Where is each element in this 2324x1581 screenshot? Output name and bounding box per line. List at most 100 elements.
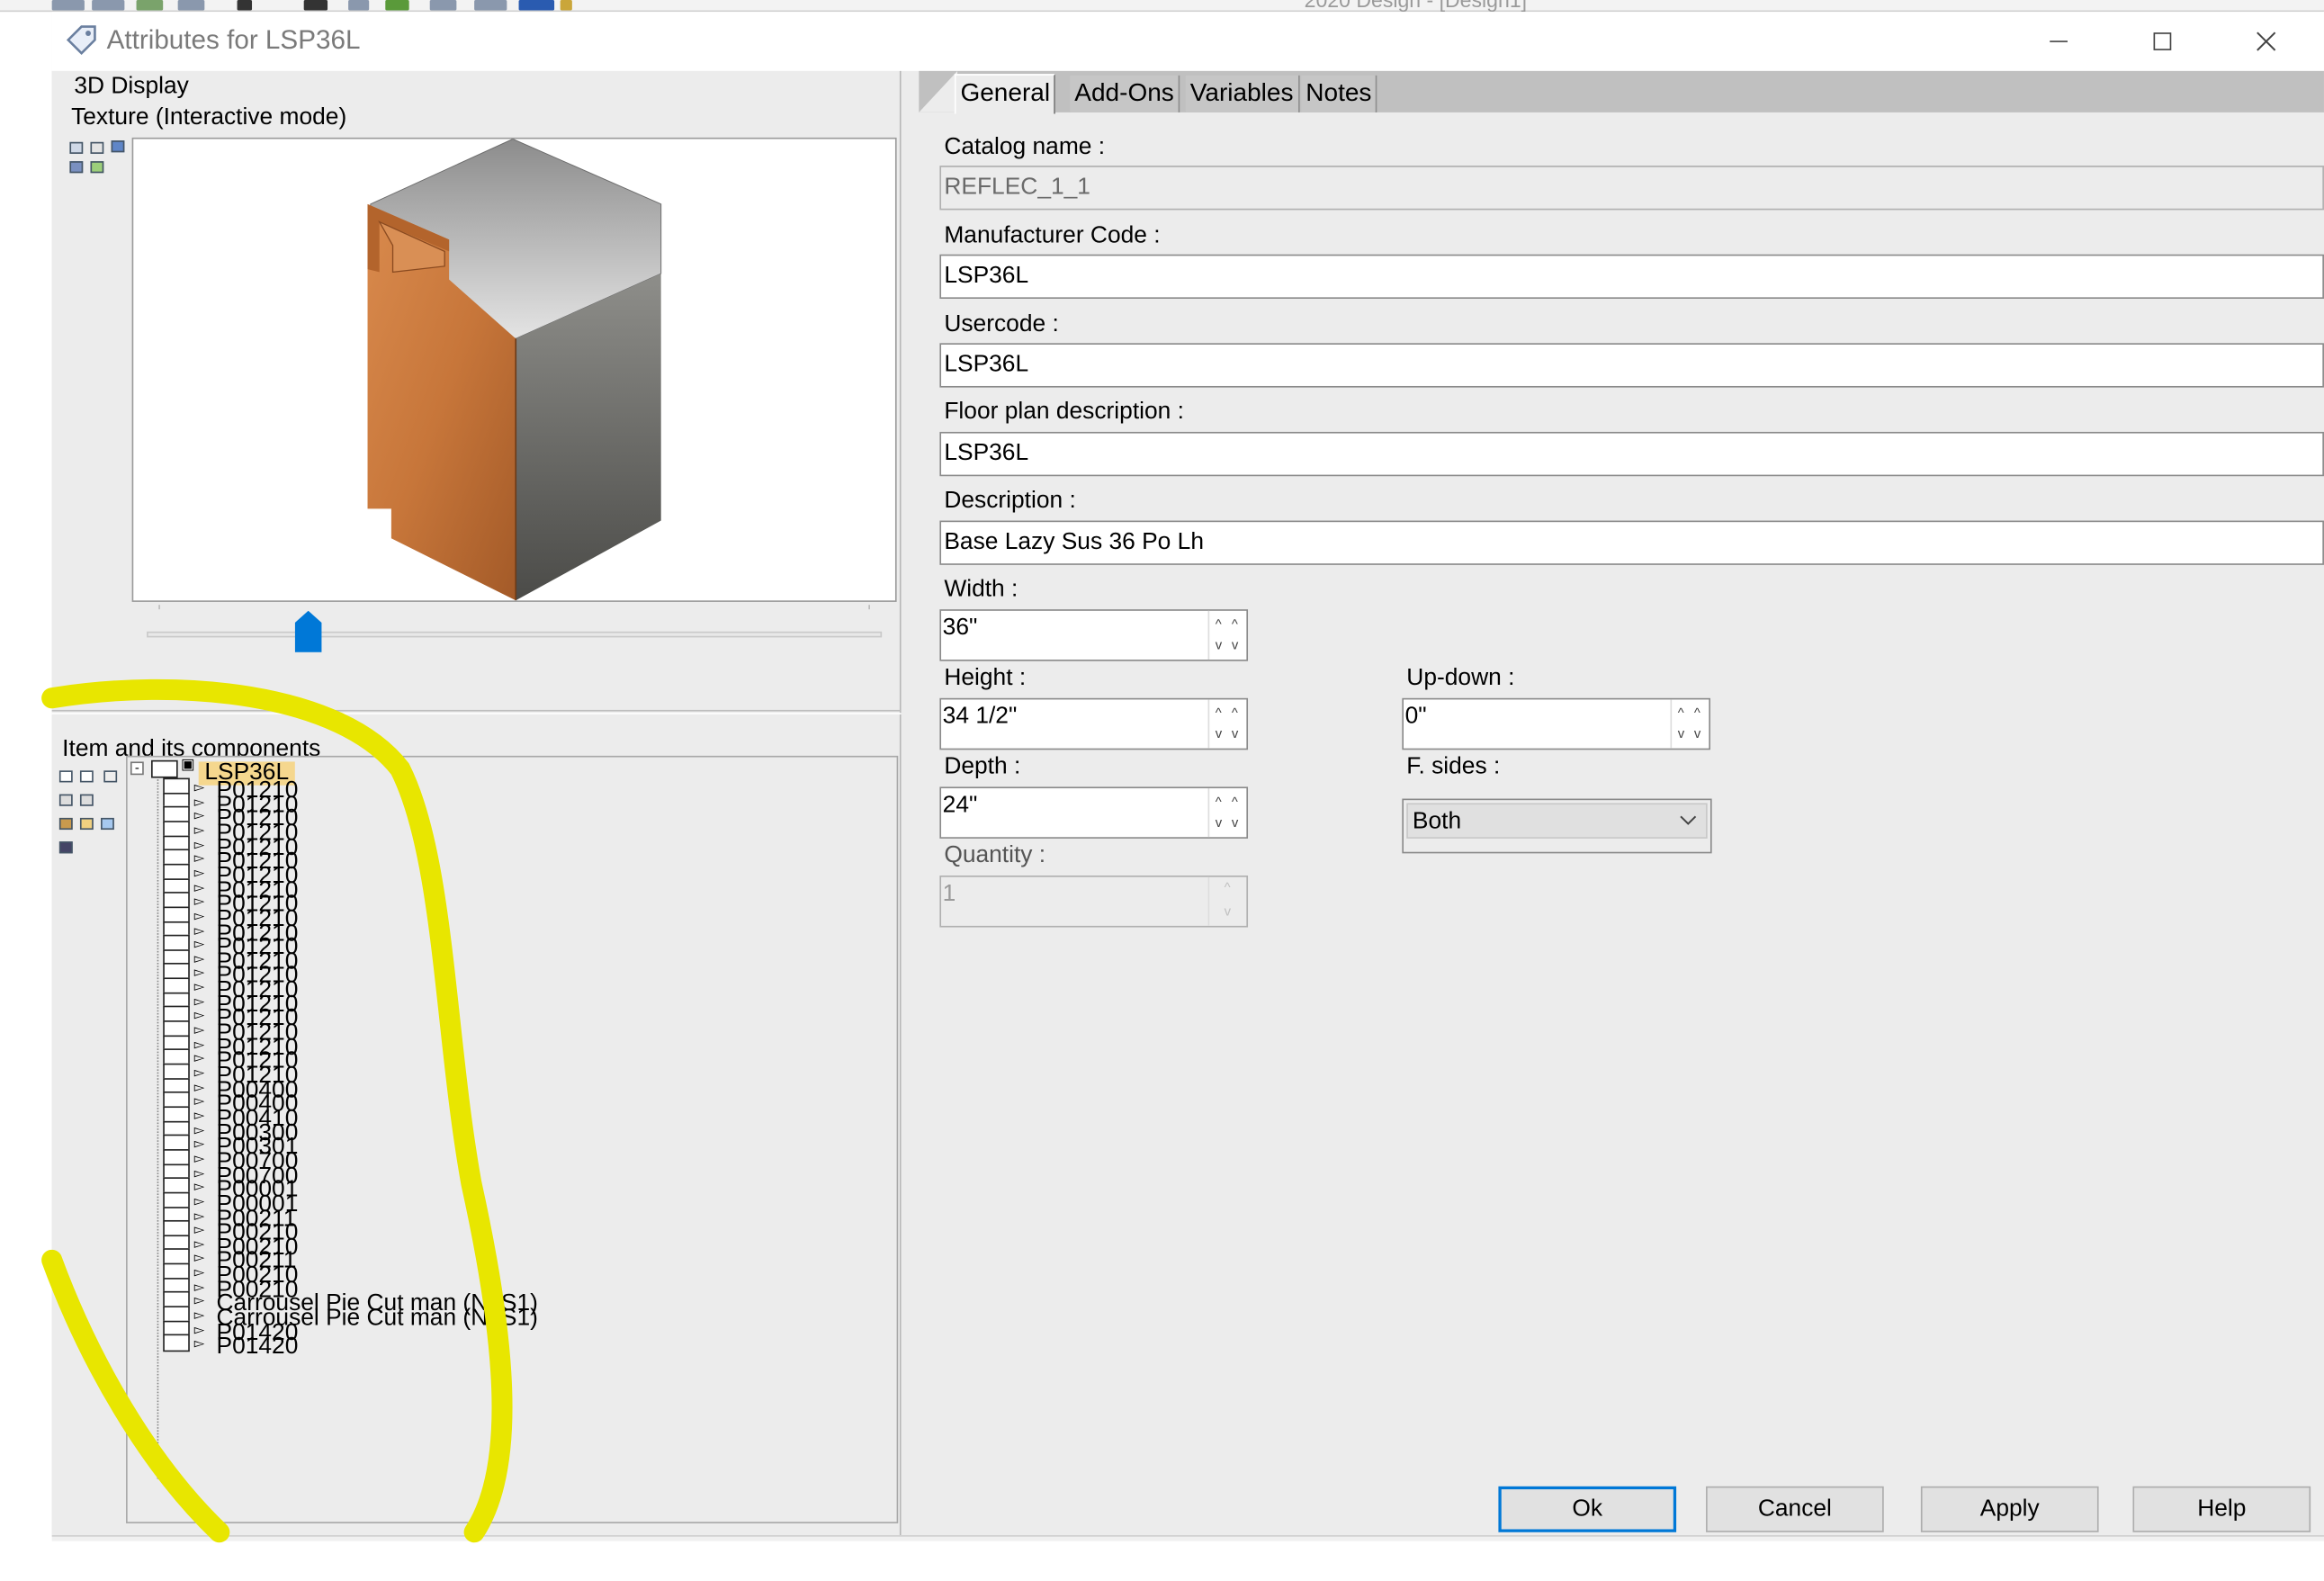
- tree-item[interactable]: ▻ P01210: [163, 792, 889, 816]
- tree-item[interactable]: ▻ P00001: [163, 1177, 889, 1202]
- minimize-button[interactable]: [2006, 12, 2110, 71]
- view-toolbar: [67, 139, 126, 183]
- tree-item[interactable]: ▻ P01210: [163, 906, 889, 930]
- tree-item[interactable]: ▻ P01210: [163, 1006, 889, 1030]
- tree-item[interactable]: ▻ P00301: [163, 1135, 889, 1159]
- close-button[interactable]: [2214, 12, 2318, 71]
- part-icon: ▻: [193, 950, 205, 966]
- tree-item[interactable]: ▻ Carrousel Pie Cut man (NLS1): [163, 1306, 889, 1330]
- tree-item[interactable]: ▻ P01210: [163, 977, 889, 1002]
- part-icon: ▻: [193, 1107, 205, 1123]
- f-sides-select[interactable]: Both: [1402, 798, 1712, 854]
- help-button[interactable]: Help: [2132, 1486, 2311, 1532]
- tree-item[interactable]: ▻ P00700: [163, 1148, 889, 1173]
- save-icon[interactable]: [69, 141, 84, 154]
- part-icon: ▻: [193, 1050, 205, 1065]
- part-icon: ▻: [193, 1164, 205, 1180]
- move-down-icon[interactable]: [79, 794, 94, 806]
- usercode-field[interactable]: LSP36L: [939, 343, 2324, 388]
- tree-item[interactable]: ▻ P00210: [163, 1220, 889, 1244]
- part-icon: ▻: [193, 1235, 205, 1252]
- edit-icon[interactable]: [79, 817, 94, 831]
- tree-item[interactable]: ▻ P01210: [163, 948, 889, 974]
- tab-notes[interactable]: Notes: [1301, 75, 1378, 112]
- part-icon: ▻: [193, 1193, 205, 1208]
- tree-root-row[interactable]: - ▣ LSP36L: [130, 758, 889, 786]
- ok-button[interactable]: Ok: [1498, 1486, 1677, 1532]
- tree-item[interactable]: ▻ P00001: [163, 1191, 889, 1217]
- tree-item[interactable]: ▻ P00400: [163, 1077, 889, 1102]
- tree-checkbox[interactable]: [151, 759, 178, 778]
- collapse-all-icon[interactable]: [79, 770, 94, 783]
- tree-item[interactable]: ▻ P01420: [163, 1320, 889, 1344]
- tree-item[interactable]: ▻ P01210: [163, 892, 889, 917]
- expand-all-icon[interactable]: [58, 770, 73, 783]
- tree-item[interactable]: ▻ P01210: [163, 992, 889, 1017]
- texture-slider-thumb[interactable]: [295, 610, 323, 652]
- texture-slider-track[interactable]: [147, 631, 883, 638]
- move-up-icon[interactable]: [58, 794, 73, 806]
- tree-item[interactable]: ▻ P00210: [163, 1277, 889, 1302]
- refresh-icon[interactable]: [90, 161, 104, 174]
- width-spin-arrows[interactable]: ^ ^ v v: [1207, 610, 1247, 660]
- tag-small-icon[interactable]: [58, 841, 73, 854]
- tree-item[interactable]: ▻ P01210: [163, 963, 889, 988]
- print-icon[interactable]: [90, 141, 104, 154]
- close-icon: [2257, 31, 2276, 51]
- width-value: 36": [942, 615, 978, 641]
- tree-item[interactable]: ▻ P00211: [163, 1206, 889, 1230]
- components-tree[interactable]: - ▣ LSP36L ▻ P01210 ▻ P01210 ▻ P01210 ▻ P01210 ▻ P01…: [126, 755, 899, 1523]
- tree-item[interactable]: ▻ P01210: [163, 877, 889, 903]
- tree-item[interactable]: ▻ P01210: [163, 806, 889, 831]
- tab-add-ons[interactable]: Add-Ons: [1070, 75, 1180, 112]
- tree-item[interactable]: ▻ P01210: [163, 1048, 889, 1073]
- render-icon[interactable]: [69, 161, 84, 174]
- height-spin-arrows[interactable]: ^ ^ v v: [1207, 699, 1247, 749]
- tree-item[interactable]: ▻ P01210: [163, 834, 889, 859]
- depth-spinner[interactable]: 24" ^ ^ v v: [939, 786, 1249, 839]
- tree-item[interactable]: ▻ P01420: [163, 1334, 889, 1359]
- tree-item[interactable]: ▻ P00700: [163, 1163, 889, 1188]
- 3d-viewport[interactable]: [131, 137, 897, 602]
- manufacturer-code-field[interactable]: LSP36L: [939, 254, 2324, 300]
- tab-general[interactable]: General: [954, 74, 1056, 114]
- tab-variables[interactable]: Variables: [1185, 75, 1300, 112]
- maximize-button[interactable]: [2111, 12, 2214, 71]
- floor-plan-description-field[interactable]: LSP36L: [939, 431, 2324, 477]
- cancel-button[interactable]: Cancel: [1706, 1486, 1884, 1532]
- tree-item[interactable]: ▻ P00410: [163, 1106, 889, 1130]
- tree-item[interactable]: ▻ Carrousel Pie Cut man (NLS1): [163, 1291, 889, 1316]
- apply-button[interactable]: Apply: [1920, 1486, 2099, 1532]
- tree-item[interactable]: ▻ P01210: [163, 821, 889, 845]
- description-field[interactable]: Base Lazy Sus 36 Po Lh: [939, 520, 2324, 565]
- tree-structure-icon[interactable]: [103, 770, 118, 783]
- depth-spin-arrows[interactable]: ^ ^ v v: [1207, 788, 1247, 838]
- tree-item[interactable]: ▻ P01210: [163, 934, 889, 959]
- width-spinner[interactable]: 36" ^ ^ v v: [939, 609, 1249, 661]
- tree-item[interactable]: ▻ P00210: [163, 1235, 889, 1259]
- background-app-statusbar: [51, 1535, 2324, 1541]
- minimize-icon: [2050, 40, 2068, 42]
- tree-checkbox[interactable]: [163, 1334, 190, 1352]
- tree-item[interactable]: ▻ P00211: [163, 1248, 889, 1273]
- panel-icon[interactable]: [101, 817, 114, 831]
- tree-item[interactable]: ▻ P00210: [163, 1262, 889, 1288]
- tree-item[interactable]: ▻ P01210: [163, 1035, 889, 1059]
- tree-item[interactable]: ▻ P01210: [163, 777, 889, 803]
- title-bar[interactable]: Attributes for LSP36L: [51, 12, 2324, 71]
- up-down-spin-arrows[interactable]: ^ ^ v v: [1670, 699, 1709, 749]
- cabinet-icon[interactable]: [58, 817, 73, 831]
- tree-item[interactable]: ▻ P01210: [163, 1063, 889, 1088]
- tree-item[interactable]: ▻ P00400: [163, 1091, 889, 1117]
- monitor-icon[interactable]: [111, 140, 125, 153]
- tree-item[interactable]: ▻ P01210: [163, 863, 889, 888]
- collapse-icon[interactable]: -: [130, 761, 144, 776]
- tree-item[interactable]: ▻ P01210: [163, 849, 889, 874]
- up-down-spinner[interactable]: 0" ^ ^ v v: [1402, 697, 1710, 750]
- tree-item[interactable]: ▻ P00300: [163, 1120, 889, 1145]
- tree-item[interactable]: ▻ P01210: [163, 921, 889, 945]
- panel-divider[interactable]: [51, 709, 902, 714]
- height-spinner[interactable]: 34 1/2" ^ ^ v v: [939, 697, 1249, 750]
- tree-item[interactable]: ▻ P01210: [163, 1020, 889, 1045]
- part-icon: ▻: [193, 936, 205, 952]
